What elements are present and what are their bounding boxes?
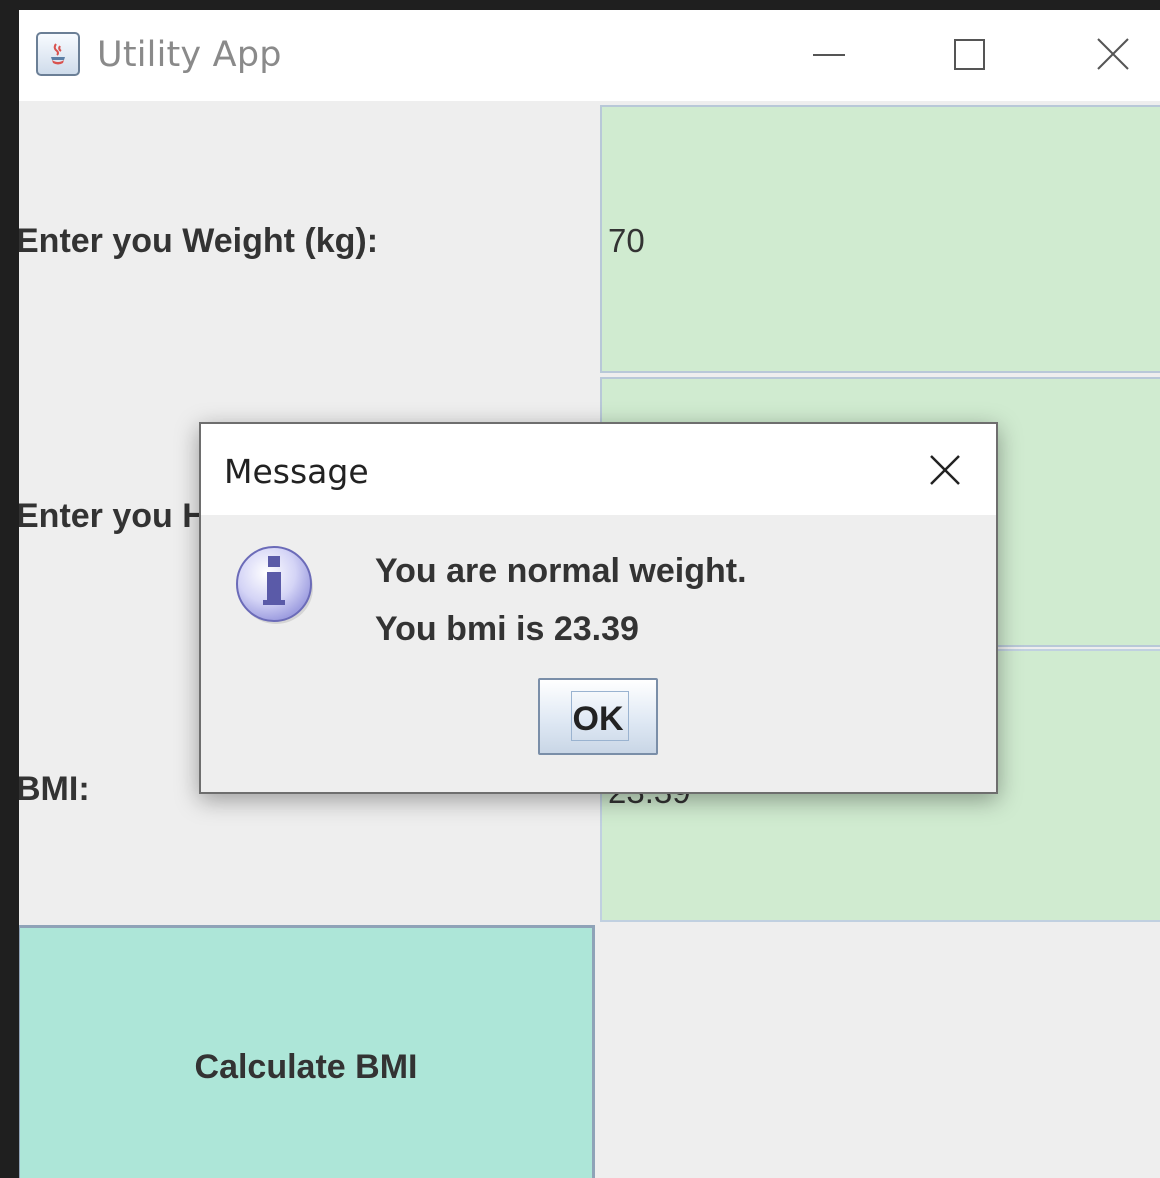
- maximize-button[interactable]: [940, 30, 1000, 80]
- maximize-icon: [954, 39, 985, 70]
- window-title: Utility App: [97, 35, 282, 75]
- calculate-bmi-button[interactable]: Calculate BMI: [19, 925, 595, 1178]
- ok-label: OK: [572, 700, 624, 738]
- dialog-close-icon[interactable]: [923, 448, 967, 492]
- window-titlebar[interactable]: Utility App: [19, 10, 1160, 101]
- empty-cell: [600, 922, 1160, 1178]
- ok-button[interactable]: OK: [538, 678, 658, 755]
- weight-field[interactable]: 70: [600, 105, 1160, 373]
- height-label: Enter you H: [19, 497, 207, 535]
- close-icon: [1097, 38, 1129, 70]
- dialog-message-line2: You bmi is 23.39: [375, 610, 639, 648]
- dialog-title: Message: [224, 452, 369, 491]
- message-dialog: Message You are normal weight. You bmi i…: [199, 422, 998, 794]
- java-app-icon: [36, 32, 80, 76]
- info-icon: [236, 546, 313, 624]
- weight-label: Enter you Weight (kg):: [19, 222, 379, 260]
- dialog-message-line1: You are normal weight.: [375, 552, 747, 590]
- minimize-button[interactable]: [799, 30, 859, 80]
- dialog-titlebar[interactable]: Message: [201, 424, 996, 515]
- calculate-bmi-label: Calculate BMI: [194, 1048, 418, 1086]
- bmi-label: BMI:: [19, 770, 90, 808]
- minimize-icon: [813, 54, 845, 56]
- weight-value: 70: [608, 222, 645, 259]
- close-button[interactable]: [1083, 30, 1143, 80]
